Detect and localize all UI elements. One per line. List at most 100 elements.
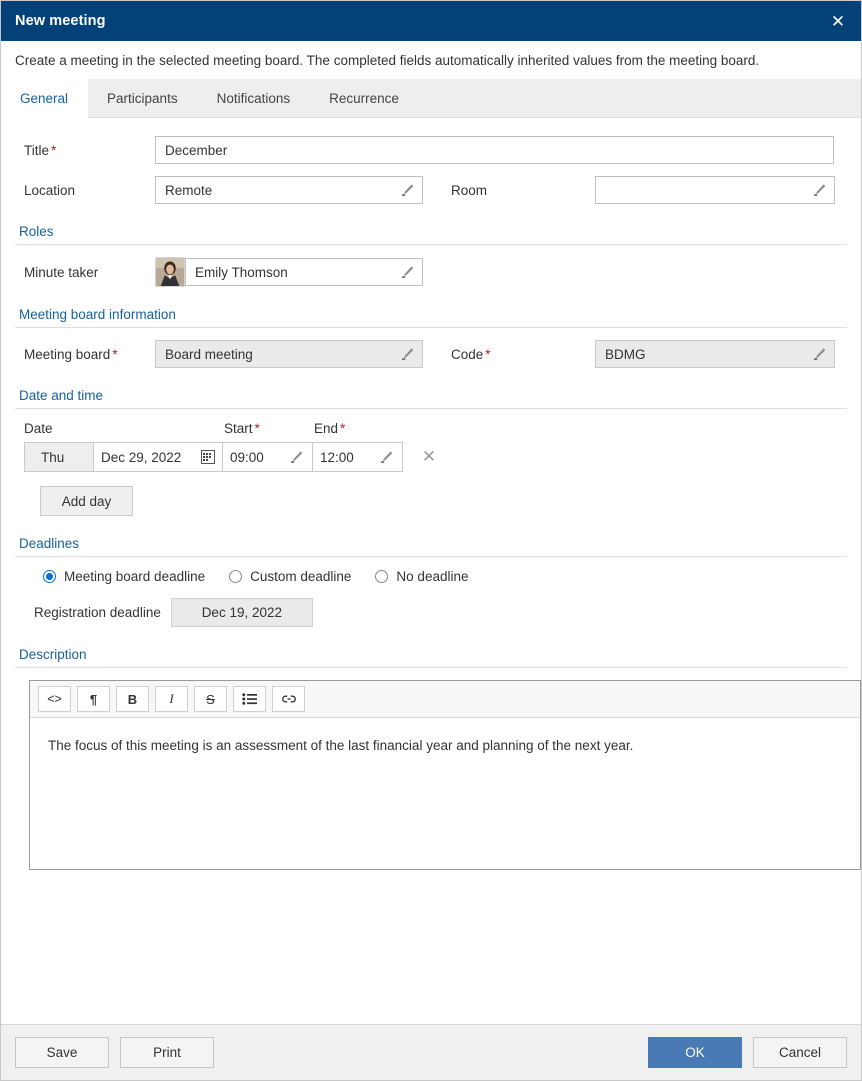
link-glyph: [281, 695, 296, 703]
end-time-input[interactable]: 12:00: [312, 442, 403, 472]
start-time-value: 09:00: [230, 449, 264, 465]
add-day-label: Add day: [61, 493, 112, 509]
save-button[interactable]: Save: [15, 1037, 109, 1068]
date-value: Dec 29, 2022: [101, 449, 182, 465]
link-icon[interactable]: [272, 686, 305, 712]
minute-taker-label: Minute taker: [15, 265, 155, 280]
pencil-icon[interactable]: [379, 449, 395, 465]
col-start-label: Start *: [224, 421, 314, 436]
weekday-cell: Thu: [24, 442, 94, 472]
title-input[interactable]: December: [155, 136, 834, 164]
dialog-title: New meeting: [15, 13, 106, 29]
bold-icon[interactable]: B: [116, 686, 149, 712]
title-value: December: [165, 142, 228, 158]
col-end-label: End *: [314, 421, 404, 436]
strikethrough-icon-glyph: S: [206, 691, 215, 707]
remove-day-icon[interactable]: ✕: [414, 442, 444, 472]
avatar: [155, 257, 185, 287]
pencil-icon[interactable]: [400, 346, 416, 362]
description-text: The focus of this meeting is an assessme…: [48, 738, 634, 753]
radio-no-deadline[interactable]: No deadline: [375, 569, 468, 584]
registration-deadline-value: Dec 19, 2022: [170, 598, 313, 627]
board-info-heading: Meeting board information: [19, 307, 176, 322]
save-label: Save: [46, 1045, 78, 1060]
italic-icon[interactable]: I: [155, 686, 188, 712]
radio-meeting-board-deadline[interactable]: Meeting board deadline: [43, 569, 205, 584]
minute-taker-value: Emily Thomson: [195, 264, 288, 280]
radio-custom-deadline[interactable]: Custom deadline: [229, 569, 351, 584]
start-time-input[interactable]: 09:00: [222, 442, 313, 472]
board-code-row: Meeting board * Board meeting Code * BDMG: [15, 340, 847, 368]
ok-button[interactable]: OK: [648, 1037, 742, 1068]
bullet-list-glyph: [242, 693, 257, 705]
col-end-text: End: [314, 421, 339, 436]
code-label-text: Code: [451, 346, 484, 362]
ok-label: OK: [685, 1045, 705, 1060]
required-marker: *: [254, 421, 260, 436]
room-input[interactable]: [595, 176, 835, 204]
date-input[interactable]: Dec 29, 2022: [93, 442, 223, 472]
location-label-text: Location: [24, 182, 76, 198]
description-heading: Description: [19, 647, 87, 662]
datetime-column-headers: Date Start * End *: [15, 421, 847, 436]
radio-indicator[interactable]: [375, 570, 389, 583]
meeting-board-label-text: Meeting board: [24, 346, 111, 362]
meeting-board-label: Meeting board *: [15, 347, 155, 362]
roles-heading: Roles: [19, 224, 54, 239]
minute-taker-label-text: Minute taker: [24, 264, 99, 280]
minute-taker-row: Minute taker Emily Thomson: [15, 257, 847, 287]
roles-divider: [15, 244, 847, 245]
cancel-button[interactable]: Cancel: [753, 1037, 847, 1068]
deadlines-divider: [15, 556, 847, 557]
meeting-board-input[interactable]: Board meeting: [155, 340, 423, 368]
room-label: Room: [423, 183, 595, 198]
meeting-board-value: Board meeting: [165, 346, 253, 362]
pencil-icon[interactable]: [812, 346, 828, 362]
required-marker: *: [340, 421, 346, 436]
strikethrough-icon[interactable]: S: [194, 686, 227, 712]
description-text-area[interactable]: The focus of this meeting is an assessme…: [30, 718, 860, 869]
roles-section: Roles: [15, 224, 847, 245]
print-button[interactable]: Print: [120, 1037, 214, 1068]
pencil-icon[interactable]: [812, 182, 828, 198]
deadline-radio-group: Meeting board deadline Custom deadline N…: [15, 569, 847, 584]
title-label: Title *: [15, 143, 155, 158]
print-label: Print: [153, 1045, 181, 1060]
dialog-body: Title * December Location Remote Room Ro…: [1, 118, 861, 1024]
pencil-icon[interactable]: [400, 264, 416, 280]
add-day-button[interactable]: Add day: [40, 486, 133, 516]
tab-notifications[interactable]: Notifications: [198, 79, 311, 117]
tab-general-label: General: [20, 90, 69, 106]
pencil-icon[interactable]: [400, 182, 416, 198]
description-divider: [15, 667, 847, 668]
pencil-icon[interactable]: [289, 449, 305, 465]
code-value: BDMG: [605, 346, 646, 362]
location-room-row: Location Remote Room: [15, 176, 847, 204]
paragraph-icon-glyph: ¶: [89, 691, 98, 707]
datetime-row: Thu Dec 29, 2022 09:00 12:00 ✕: [15, 442, 847, 472]
registration-deadline-label: Registration deadline: [34, 605, 161, 620]
editor-toolbar: <> ¶ B I S: [30, 681, 860, 718]
radio-no-deadline-label: No deadline: [396, 569, 469, 584]
minute-taker-input[interactable]: Emily Thomson: [185, 258, 423, 286]
col-date-label: Date: [24, 421, 53, 436]
required-marker: *: [51, 142, 57, 158]
bullet-list-icon[interactable]: [233, 686, 266, 712]
code-input[interactable]: BDMG: [595, 340, 835, 368]
required-marker: *: [112, 346, 118, 362]
location-input[interactable]: Remote: [155, 176, 423, 204]
tab-general[interactable]: General: [1, 79, 89, 118]
code-icon[interactable]: <>: [38, 686, 71, 712]
tab-participants[interactable]: Participants: [88, 79, 198, 117]
dialog-subtitle: Create a meeting in the selected meeting…: [15, 52, 760, 68]
radio-indicator[interactable]: [43, 570, 56, 583]
new-meeting-dialog: New meeting ✕ Create a meeting in the se…: [0, 0, 862, 1081]
bold-icon-glyph: B: [127, 691, 138, 707]
paragraph-icon[interactable]: ¶: [77, 686, 110, 712]
close-icon[interactable]: ✕: [825, 8, 851, 34]
radio-indicator[interactable]: [229, 570, 243, 583]
calendar-icon[interactable]: [201, 450, 215, 464]
tab-recurrence[interactable]: Recurrence: [310, 79, 419, 117]
description-editor: <> ¶ B I S The focus of this meeting is …: [29, 680, 861, 870]
location-value: Remote: [165, 182, 213, 198]
